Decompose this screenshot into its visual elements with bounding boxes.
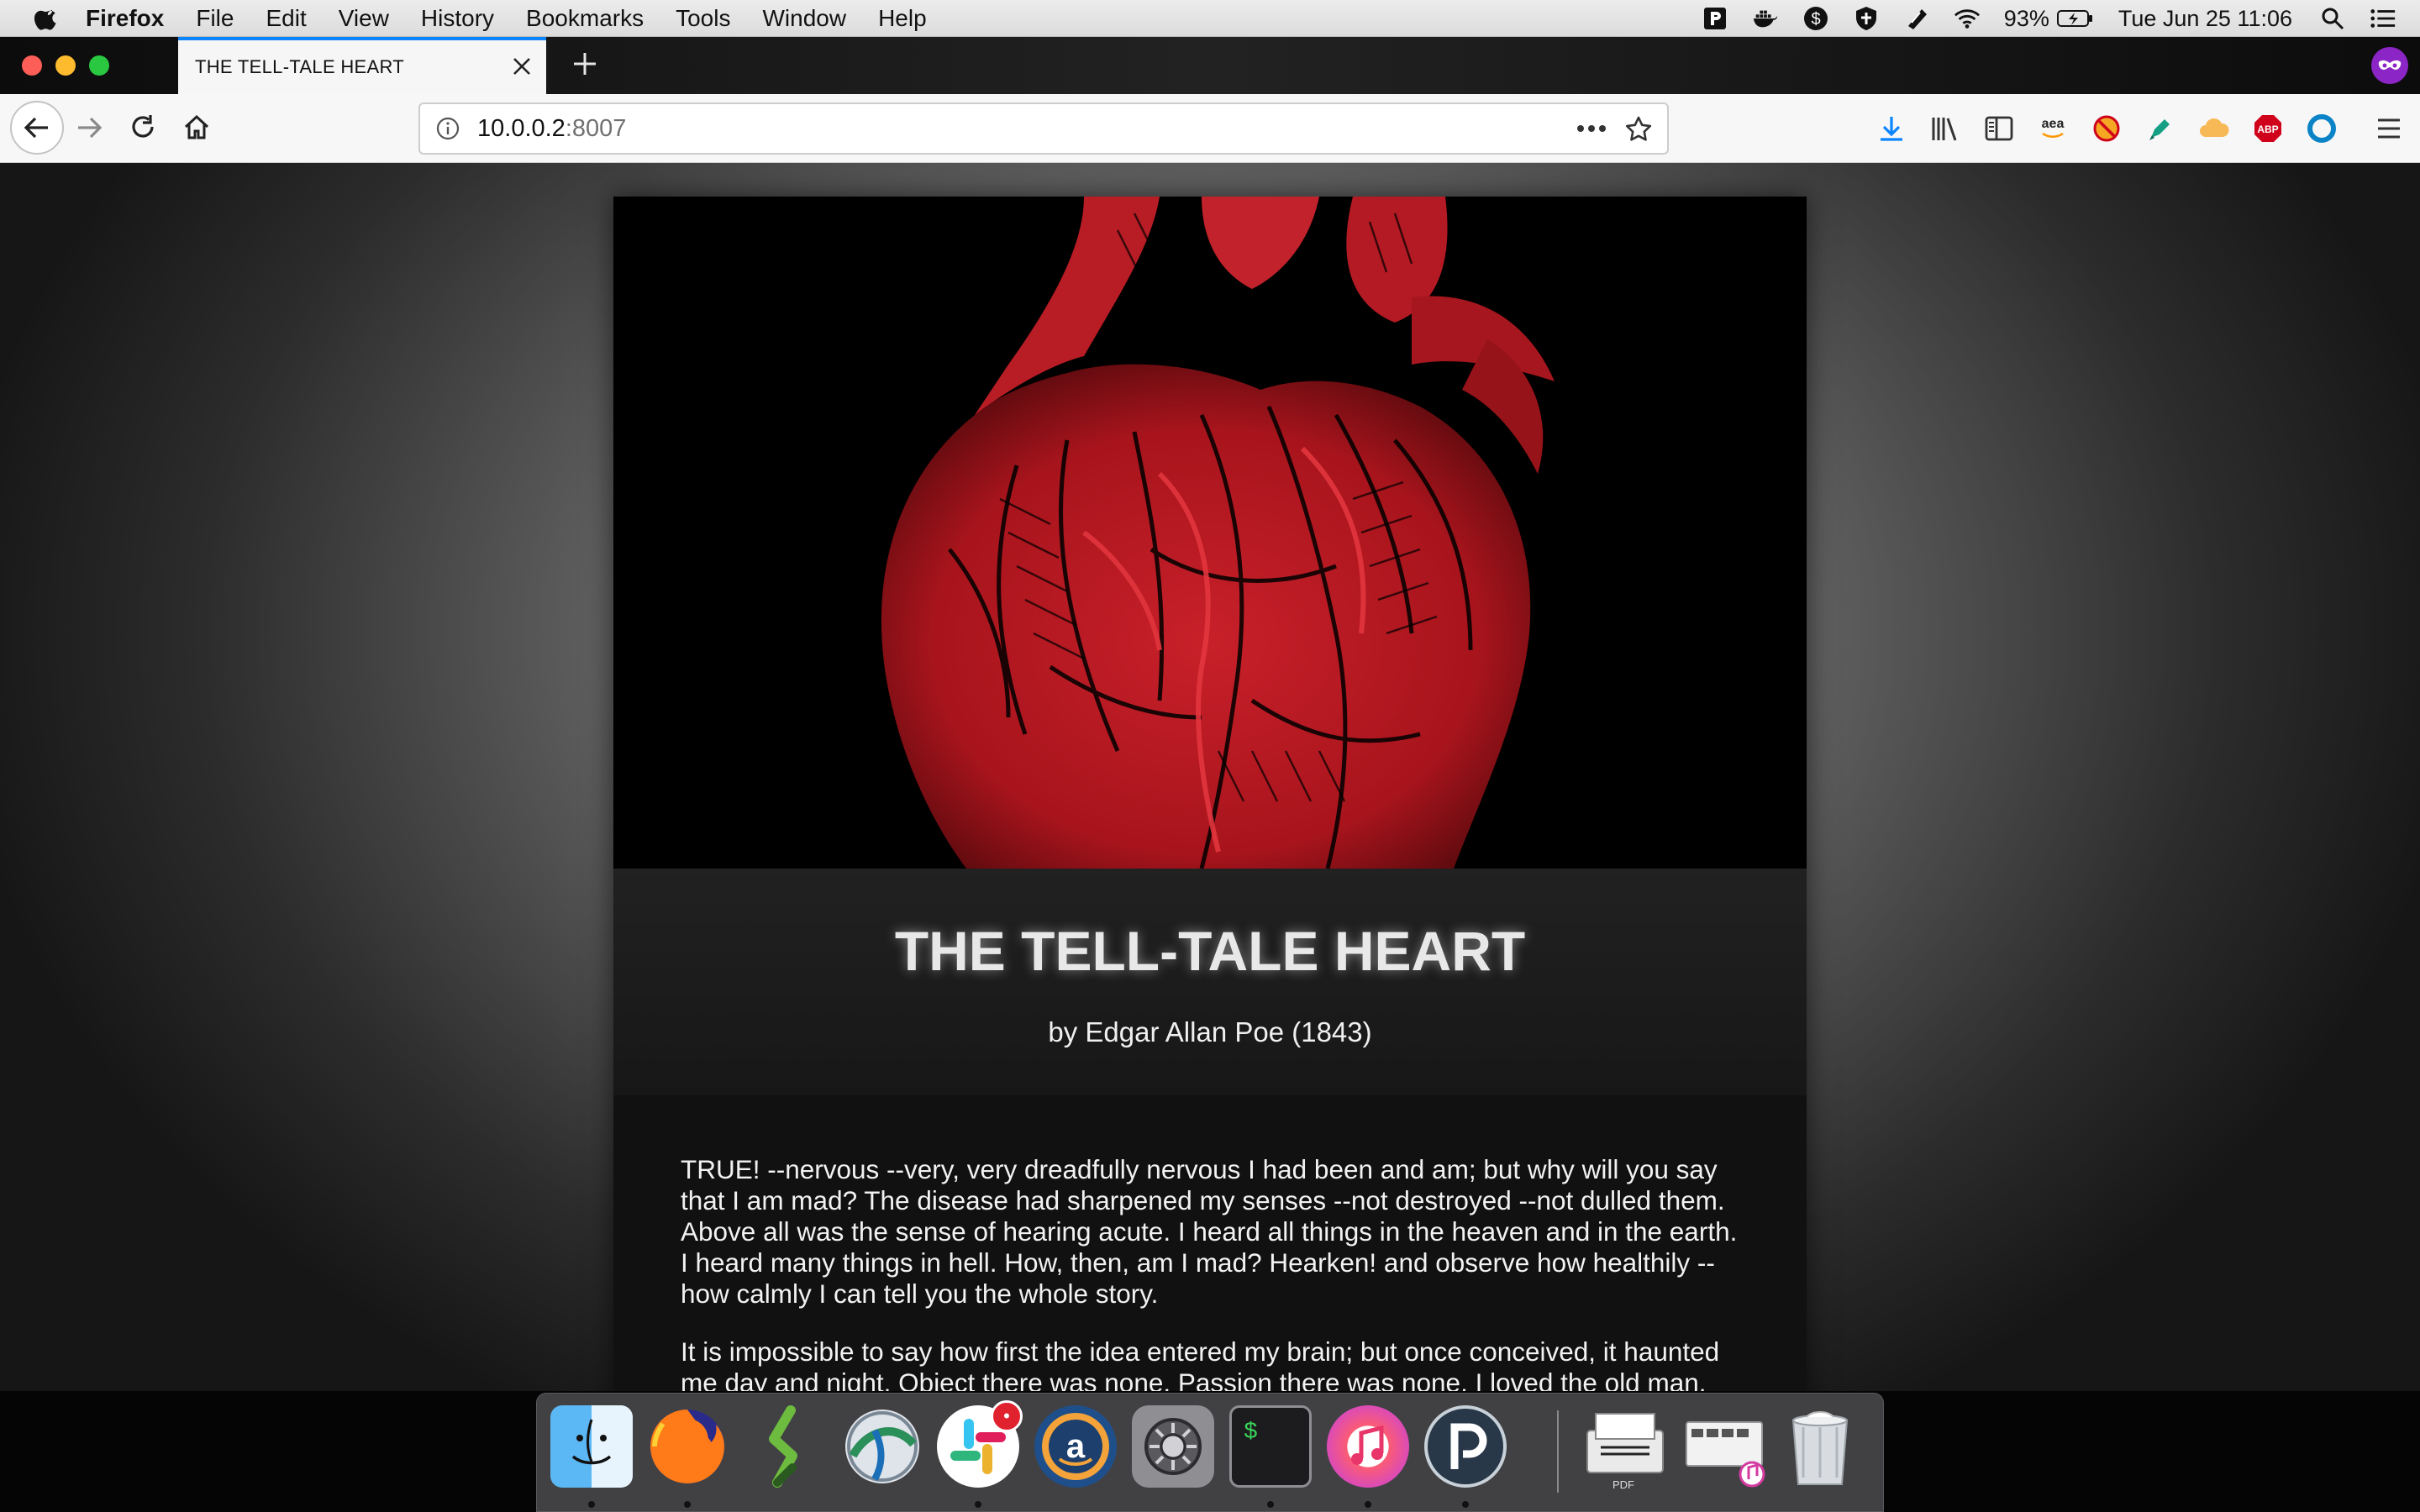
anatomical-heart-illustration <box>613 197 1807 869</box>
dock-downloads-stack-icon[interactable] <box>1683 1405 1765 1488</box>
window-close-button[interactable] <box>22 55 42 76</box>
title-header: THE TELL-TALE HEART by Edgar Allan Poe (… <box>613 869 1807 1095</box>
cloud-icon[interactable] <box>2196 111 2232 146</box>
bookmark-star-icon[interactable] <box>1623 114 1654 144</box>
dollar-circle-icon[interactable]: $ <box>1802 5 1829 32</box>
downloads-icon[interactable] <box>1874 111 1909 146</box>
pdf-label: PDF <box>1612 1478 1634 1491</box>
dock-cisco-anyconnect-icon[interactable] <box>841 1405 923 1488</box>
dock-amazon-assistant-icon[interactable]: a <box>1034 1405 1117 1488</box>
spotlight-search-icon[interactable] <box>2319 5 2346 32</box>
dock-separator <box>1557 1410 1559 1493</box>
dock-finder-icon[interactable] <box>550 1405 633 1488</box>
window-zoom-button[interactable] <box>89 55 109 76</box>
dock-plex-icon[interactable] <box>1424 1405 1507 1488</box>
menu-history[interactable]: History <box>421 5 494 32</box>
dock-slack-icon[interactable]: • <box>937 1400 1023 1488</box>
page-actions-icon[interactable] <box>1575 116 1608 141</box>
dock-running-indicator <box>975 1501 981 1508</box>
dock-itunes-icon[interactable] <box>1327 1405 1409 1488</box>
adblock-plus-icon[interactable]: ABP <box>2250 111 2286 146</box>
reload-button[interactable] <box>121 106 165 150</box>
menu-bar: Firefox File Edit View History Bookmarks… <box>0 0 2420 37</box>
site-info-icon[interactable] <box>434 114 462 143</box>
apple-menu-icon[interactable] <box>34 4 62 33</box>
battery-charging-icon[interactable] <box>2056 5 2095 32</box>
amazon-assistant-icon[interactable]: aea <box>2035 111 2070 146</box>
home-button[interactable] <box>175 106 218 150</box>
dock-running-indicator <box>684 1501 691 1508</box>
url-host: 10.0.0.2 <box>477 114 566 142</box>
slack-notification-badge: • <box>991 1400 1023 1432</box>
pocket-p-icon[interactable] <box>1702 5 1728 32</box>
menu-bookmarks[interactable]: Bookmarks <box>526 5 644 32</box>
dock-scrivener-icon[interactable] <box>744 1405 826 1488</box>
dock-running-indicator <box>588 1501 595 1508</box>
menu-tools[interactable]: Tools <box>676 5 730 32</box>
url-text[interactable]: 10.0.0.2:8007 <box>477 115 626 143</box>
url-bar[interactable]: 10.0.0.2:8007 <box>418 102 1669 155</box>
library-icon[interactable] <box>1928 111 1963 146</box>
dock-system-preferences-icon[interactable] <box>1132 1405 1214 1488</box>
notification-center-icon[interactable] <box>2370 5 2396 32</box>
story-paragraph: TRUE! --nervous --very, very dreadfully … <box>681 1154 1738 1309</box>
dock-running-indicator <box>1462 1501 1469 1508</box>
sidebar-icon[interactable] <box>1981 111 2017 146</box>
navigation-toolbar: 10.0.0.2:8007 aea ABP <box>0 94 2420 163</box>
abp-label: ABP <box>2257 123 2278 135</box>
extension-circle-icon[interactable] <box>2304 111 2339 146</box>
shield-icon[interactable] <box>1853 5 1880 32</box>
menu-window[interactable]: Window <box>762 5 846 32</box>
clock[interactable]: Tue Jun 25 11:06 <box>2118 6 2292 32</box>
story-text: TRUE! --nervous --very, very dreadfully … <box>681 1154 1739 1391</box>
tab-close-icon[interactable] <box>508 52 536 81</box>
window-minimize-button[interactable] <box>55 55 76 76</box>
private-browsing-icon <box>2371 47 2408 84</box>
disconnect-icon[interactable] <box>2089 111 2124 146</box>
dock-running-indicator <box>1267 1501 1274 1508</box>
new-tab-button[interactable] <box>568 47 602 81</box>
tab-active[interactable]: THE TELL-TALE HEART <box>178 37 546 94</box>
dock-firefox-icon[interactable] <box>646 1405 729 1488</box>
terminal-prompt: $ <box>1244 1420 1258 1446</box>
story-page: THE TELL-TALE HEART by Edgar Allan Poe (… <box>613 197 1807 1391</box>
dock-running-indicator <box>1365 1501 1371 1508</box>
menu-firefox[interactable]: Firefox <box>86 5 164 32</box>
battery-percent[interactable]: 93% <box>2004 6 2049 32</box>
hamburger-menu-icon[interactable] <box>2371 111 2407 146</box>
docker-icon[interactable] <box>1752 5 1779 32</box>
menu-edit[interactable]: Edit <box>266 5 306 32</box>
story-author: by Edgar Allan Poe (1843) <box>1048 1016 1372 1047</box>
menu-file[interactable]: File <box>196 5 234 32</box>
page-viewport[interactable]: THE TELL-TALE HEART by Edgar Allan Poe (… <box>0 163 2420 1391</box>
story-paragraph: It is impossible to say how first the id… <box>681 1336 1720 1391</box>
story-title: THE TELL-TALE HEART <box>894 920 1526 982</box>
amazon-label: aea <box>2041 117 2065 131</box>
menu-view[interactable]: View <box>339 5 389 32</box>
pen-tool-icon[interactable] <box>2143 111 2178 146</box>
svg-text:a: a <box>1066 1428 1086 1465</box>
tab-title: THE TELL-TALE HEART <box>195 56 404 77</box>
tab-strip: THE TELL-TALE HEART <box>0 37 2420 94</box>
dock: • a $ PDF <box>536 1393 1884 1512</box>
url-port: :8007 <box>565 114 627 142</box>
back-button[interactable] <box>10 101 64 155</box>
forward-button[interactable] <box>67 106 111 150</box>
ticket-icon[interactable] <box>1903 5 1930 32</box>
dock-terminal-icon[interactable]: $ <box>1229 1405 1312 1488</box>
svg-text:$: $ <box>1811 10 1820 29</box>
dock-pdf-folder-icon[interactable]: PDF <box>1584 1405 1666 1491</box>
dock-trash-icon[interactable] <box>1779 1405 1861 1488</box>
wifi-icon[interactable] <box>1954 5 1981 32</box>
menu-help[interactable]: Help <box>878 5 927 32</box>
